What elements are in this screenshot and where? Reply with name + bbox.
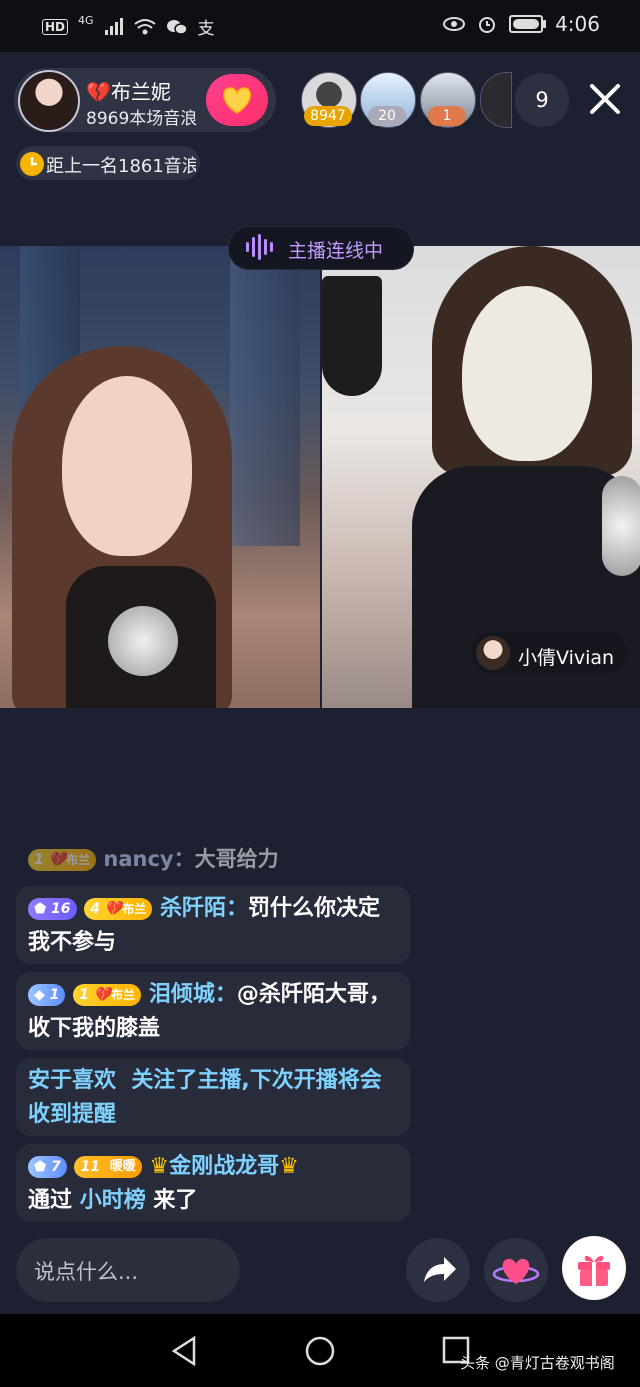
wealth-level-badge: ◆ 1 bbox=[28, 984, 66, 1006]
chat-username[interactable]: 金刚战龙哥 bbox=[169, 1154, 279, 1179]
fan-level-badge: 4 💔 布兰 bbox=[84, 898, 153, 920]
heart-planet-icon bbox=[492, 1258, 540, 1284]
fan-level-badge: 1 💔 布兰 bbox=[28, 849, 97, 871]
status-left: HD 4G 支 bbox=[42, 14, 215, 39]
hourly-rank-link[interactable]: 小时榜 bbox=[80, 1188, 146, 1213]
eye-icon bbox=[443, 17, 466, 31]
host-name-row: 💔布兰妮 bbox=[86, 76, 171, 105]
guest-avatar[interactable] bbox=[476, 636, 510, 670]
host-sound-wave-total: 8969本场音浪 bbox=[86, 109, 198, 129]
gift-icon bbox=[578, 1255, 610, 1286]
viewer-avatar-4-partial[interactable] bbox=[480, 72, 512, 128]
guest-name: 小倩Vivian bbox=[518, 647, 615, 669]
co-host-status-text: 主播连线中 bbox=[288, 240, 384, 262]
viewer-badge-2: 20 bbox=[368, 106, 406, 126]
battery-icon bbox=[509, 15, 547, 33]
chat-message-1: 1 💔 布兰 nancy：大哥给力 bbox=[28, 842, 328, 876]
watermark: 头条 @青灯古卷观书阁 bbox=[460, 1354, 615, 1372]
share-arrow-icon bbox=[424, 1257, 456, 1282]
back-icon[interactable] bbox=[170, 1336, 198, 1366]
wifi-icon bbox=[133, 18, 156, 34]
viewer-badge-3: 1 bbox=[428, 106, 466, 126]
home-icon[interactable] bbox=[304, 1335, 336, 1367]
gift-button[interactable] bbox=[562, 1236, 626, 1300]
like-button[interactable] bbox=[484, 1238, 548, 1302]
fan-level-badge: 1 💔 布兰 bbox=[73, 984, 142, 1006]
host-video[interactable] bbox=[0, 246, 320, 708]
viewer-count-button[interactable]: 9 bbox=[515, 73, 569, 127]
chat-username[interactable]: 杀阡陌： bbox=[160, 896, 248, 921]
broken-heart-icon: 💔 bbox=[86, 80, 111, 104]
chat-username[interactable]: 泪倾城： bbox=[149, 982, 237, 1007]
status-right: 4:06 bbox=[443, 12, 600, 36]
follow-heart-button[interactable] bbox=[206, 74, 268, 126]
crown-icon: ♛ bbox=[279, 1154, 299, 1179]
wealth-level-badge: ⬟ 7 bbox=[28, 1156, 67, 1178]
wealth-level-badge: ⬟ 16 bbox=[28, 898, 77, 920]
alipay-icon: 支 bbox=[197, 19, 215, 39]
chat-username[interactable]: 安于喜欢 bbox=[28, 1068, 116, 1093]
host-avatar[interactable] bbox=[18, 70, 80, 132]
viewer-badge-1: 8947 bbox=[304, 106, 352, 126]
comment-placeholder: 说点什么... bbox=[34, 1260, 139, 1284]
broken-heart-icon: 💔 bbox=[48, 852, 67, 868]
share-button[interactable] bbox=[406, 1238, 470, 1302]
clock-time: 4:06 bbox=[555, 12, 600, 36]
network-4g-label: 4G bbox=[78, 14, 94, 27]
host-name: 布兰妮 bbox=[110, 80, 171, 104]
alarm-icon bbox=[479, 17, 496, 33]
sound-wave-icon bbox=[246, 234, 273, 260]
hd-indicator: HD bbox=[42, 18, 69, 35]
signal-icon bbox=[104, 17, 123, 35]
crown-icon: ♛ bbox=[149, 1154, 170, 1179]
rank-clock-icon bbox=[20, 152, 44, 176]
rank-gap-text: 距上一名1861音浪 bbox=[46, 156, 196, 177]
heart-icon bbox=[223, 87, 251, 114]
fan-level-badge: 11 暖暖 bbox=[74, 1156, 142, 1178]
close-icon[interactable] bbox=[586, 80, 624, 118]
wechat-icon bbox=[166, 19, 188, 35]
